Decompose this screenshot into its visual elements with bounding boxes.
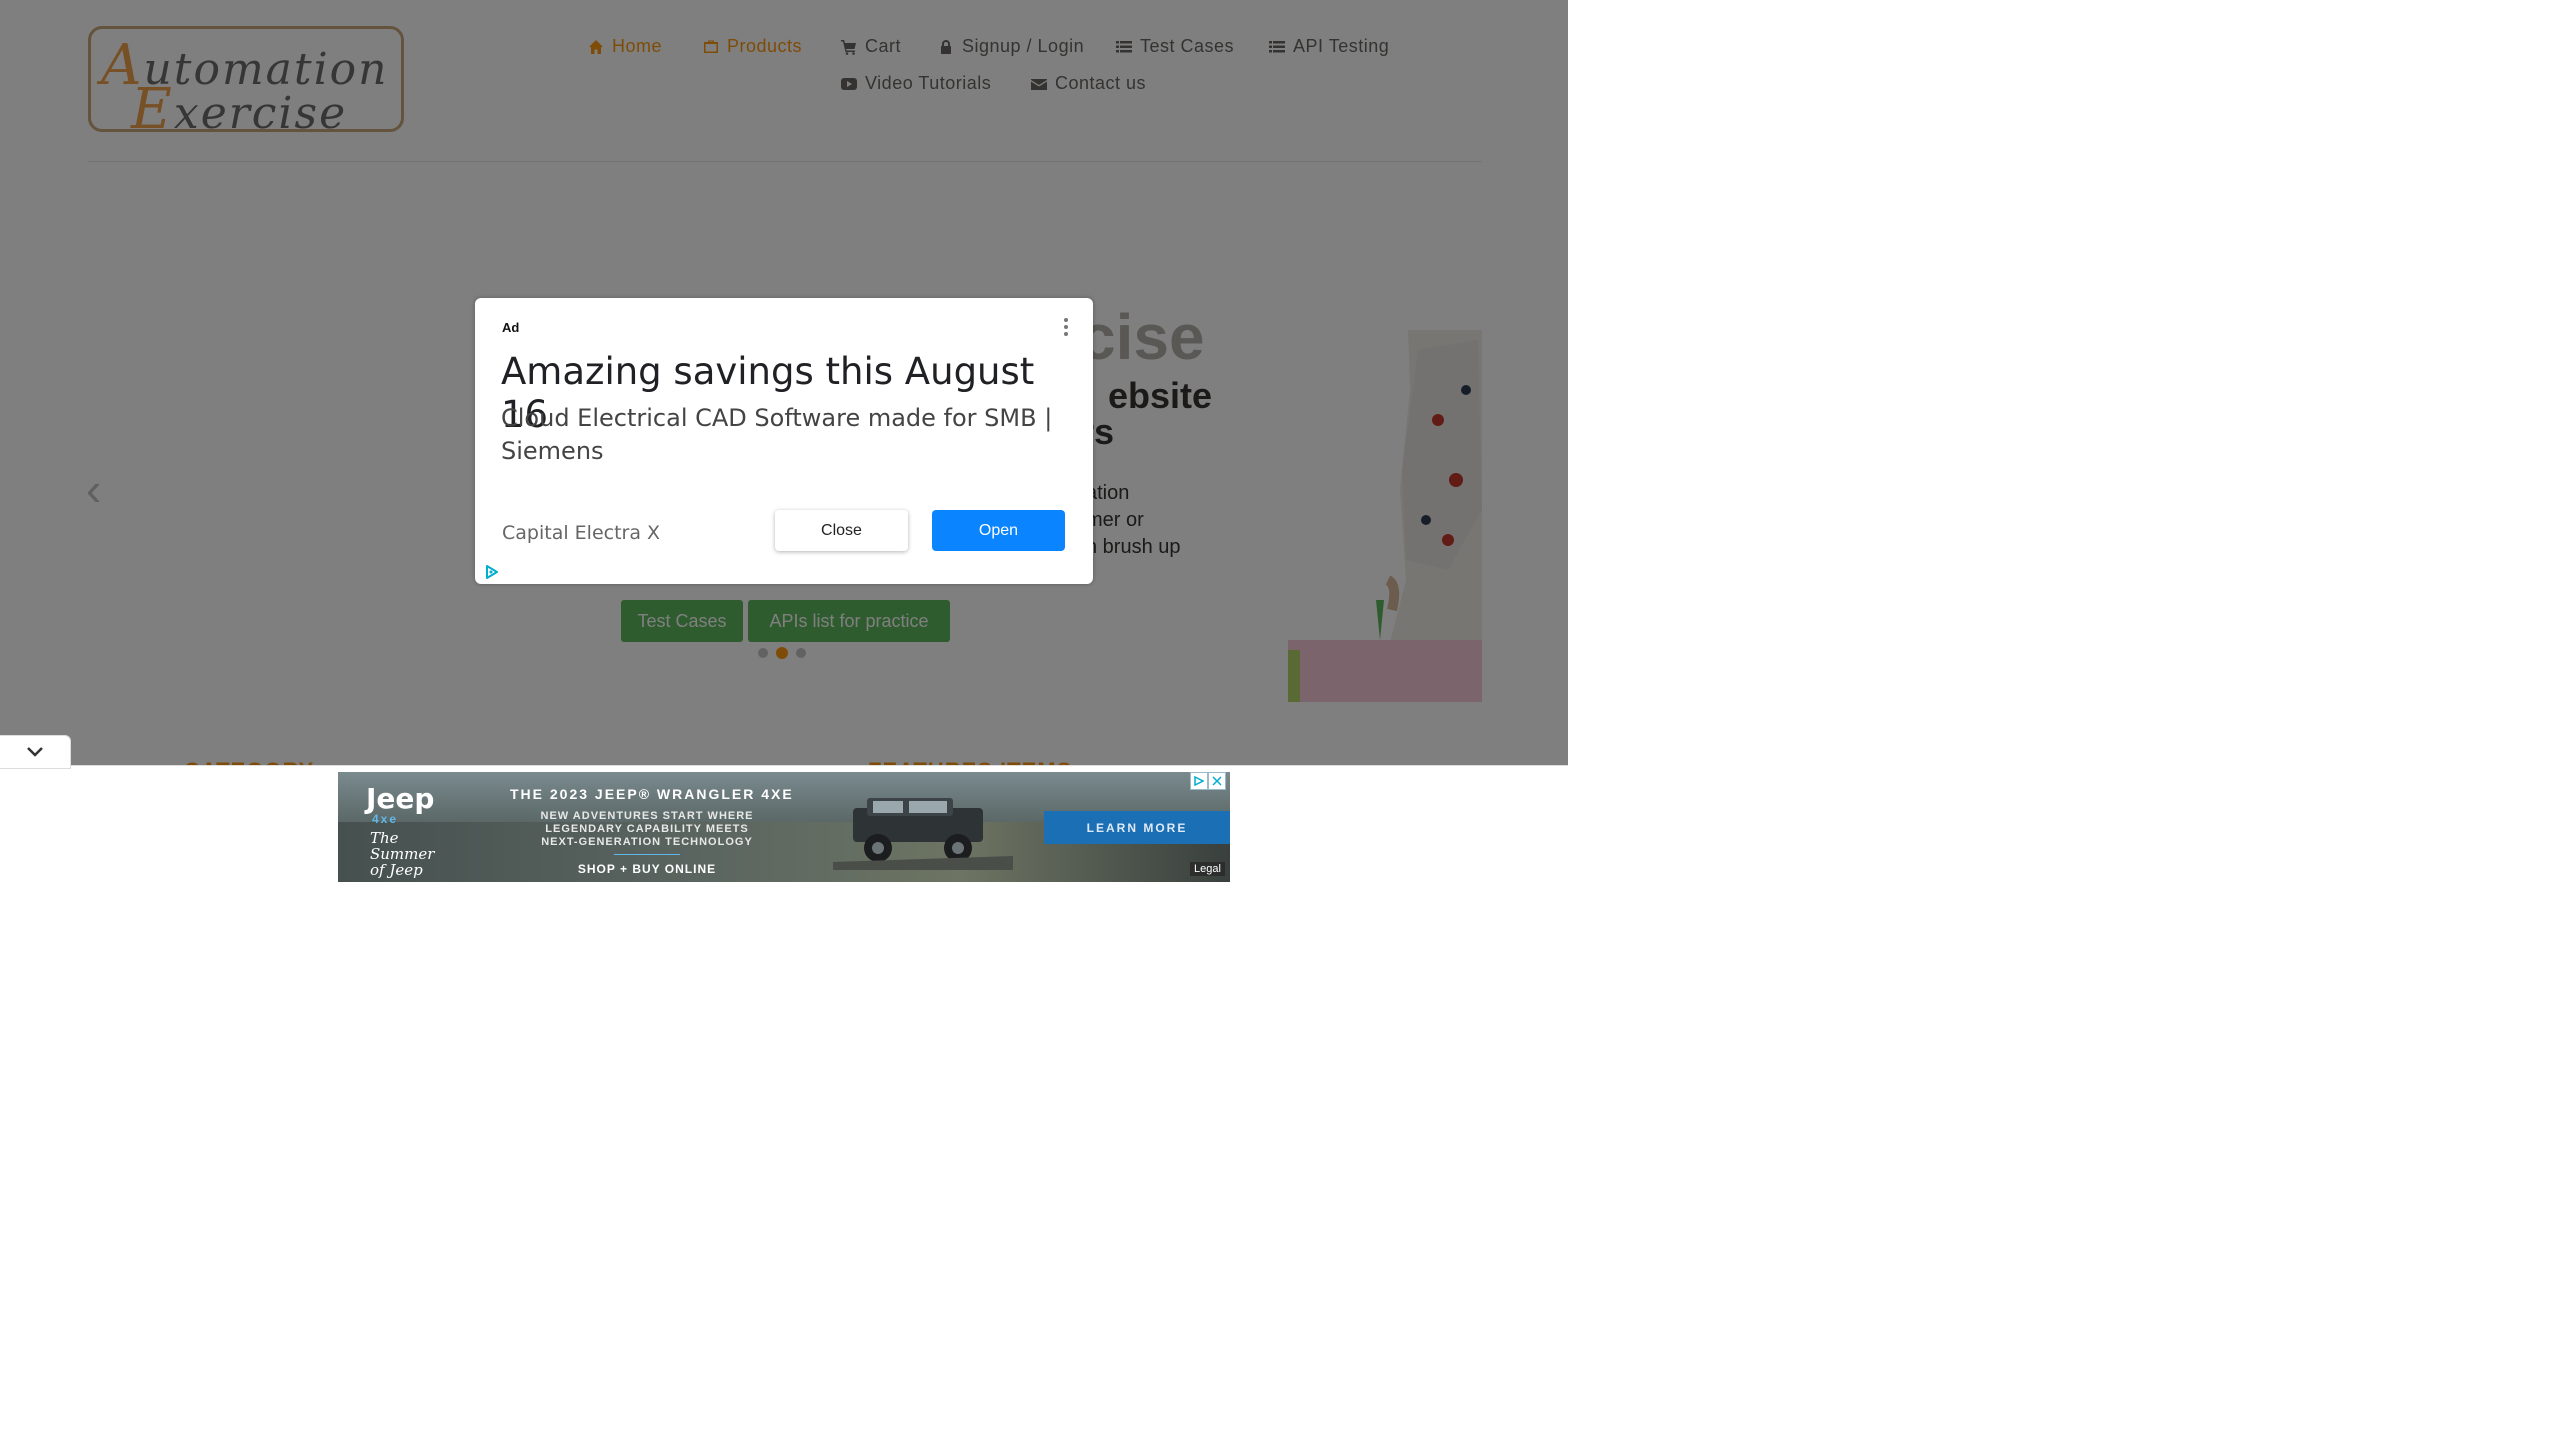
close-ad-icon[interactable] [1208,772,1226,790]
summer-of-jeep-label: The Summer of Jeep [370,829,435,879]
learn-more-button[interactable]: LEARN MORE [1044,811,1230,844]
jeep-logo: Jeep [366,782,435,815]
banner-line-3: NEXT-GENERATION TECHNOLOGY [541,836,753,848]
chevron-down-icon [27,747,43,757]
ad-description[interactable]: Cloud Electrical CAD Software made for S… [501,402,1071,468]
banner-shop-online: SHOP + BUY ONLINE [577,862,717,876]
jeep-vehicle-image [833,798,1013,870]
more-options-icon[interactable] [1063,318,1069,336]
banner-legal-link[interactable]: Legal [1190,862,1225,876]
banner-line-2: LEGENDARY CAPABILITY MEETS [545,823,749,835]
ad-advertiser[interactable]: Capital Electra X [502,522,660,544]
ad-label: Ad [502,320,520,335]
banner-divider [614,854,680,855]
page: Automation Exercise Home Products Cart S… [0,0,1568,883]
jeep-4xe-label: 4xe [372,812,399,826]
ad-modal: Ad Amazing savings this August 16 Cloud … [475,298,1093,584]
banner-line-1: NEW ADVENTURES START WHERE [540,810,754,822]
banner-headline: THE 2023 JEEP® WRANGLER 4XE [510,786,794,802]
collapse-ad-toggle[interactable] [0,735,71,769]
adchoices-icon[interactable] [1190,772,1208,790]
adchoices-icon[interactable] [485,565,499,579]
jeep-banner-ad[interactable]: Jeep 4xe The Summer of Jeep THE 2023 JEE… [338,772,1230,882]
ad-open-button[interactable]: Open [932,510,1065,551]
ad-close-button[interactable]: Close [775,510,908,551]
banner-controls [1190,772,1226,790]
